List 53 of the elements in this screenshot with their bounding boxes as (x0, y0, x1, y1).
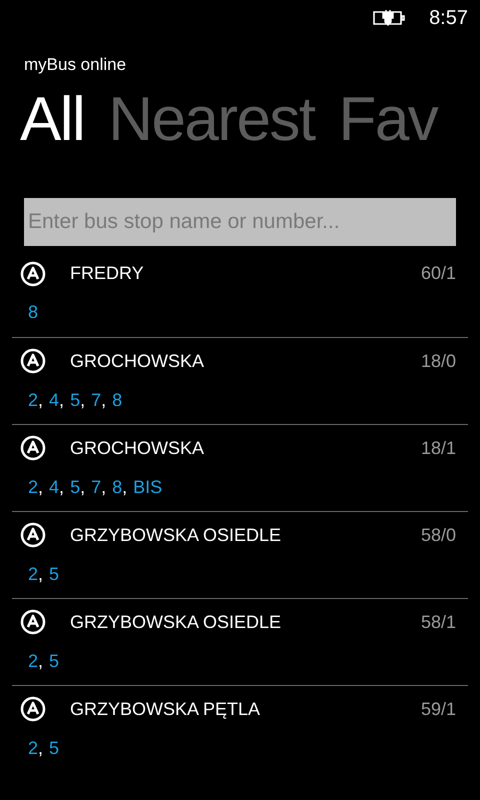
route-separator: , (38, 476, 44, 498)
route-separator: , (38, 736, 44, 760)
route-number[interactable]: 4 (49, 386, 60, 414)
route-number[interactable]: 2 (28, 560, 38, 588)
route-separator: , (38, 650, 44, 672)
route-separator: , (122, 476, 128, 498)
bus-stop-icon (20, 522, 46, 548)
stop-number: 18/0 (420, 350, 456, 372)
bus-stop-icon (20, 696, 46, 722)
route-separator: , (80, 476, 86, 498)
route-number[interactable]: 5 (49, 734, 60, 762)
route-separator: , (101, 388, 106, 412)
route-number[interactable]: 2 (28, 648, 38, 674)
status-time: 8:57 (429, 6, 468, 31)
route-number[interactable]: 5 (70, 474, 80, 500)
search-field[interactable]: Enter bus stop name or number... (24, 198, 456, 246)
route-number[interactable]: 8 (112, 474, 122, 500)
route-number[interactable]: 2 (28, 474, 38, 500)
stop-number: 60/1 (420, 262, 456, 285)
route-separator: , (38, 562, 44, 586)
route-separator: , (38, 388, 44, 412)
route-number[interactable]: 2 (28, 386, 38, 414)
bus-stop-icon (20, 260, 46, 286)
bus-stop-icon (20, 348, 46, 374)
route-separator: , (80, 388, 86, 412)
stop-name: GRZYBOWSKA OSIEDLE (70, 524, 282, 546)
bus-stop-icon (20, 435, 46, 461)
route-separator: , (59, 388, 64, 412)
stop-number: 58/0 (420, 524, 456, 546)
stop-name: GRZYBOWSKA OSIEDLE (70, 610, 282, 634)
route-number[interactable]: 4 (49, 474, 60, 500)
stop-name: GRZYBOWSKA PĘTLA (70, 698, 262, 721)
route-number[interactable]: 7 (91, 386, 102, 414)
bus-stop-icon (20, 609, 46, 635)
pivot-tab[interactable]: All (20, 82, 84, 158)
route-number[interactable]: 5 (70, 386, 80, 414)
route-number[interactable]: 2 (28, 734, 38, 762)
route-separator: , (101, 476, 106, 498)
route-number[interactable]: 5 (49, 560, 60, 588)
route-number[interactable]: 8 (28, 299, 38, 326)
stop-name: FREDRY (70, 262, 145, 285)
route-number[interactable]: 5 (49, 648, 60, 674)
route-number[interactable]: BIS (133, 474, 162, 500)
stop-number: 58/1 (420, 610, 456, 634)
route-separator: , (59, 476, 64, 498)
route-number[interactable]: 7 (91, 474, 102, 500)
battery-charging-icon (373, 9, 406, 27)
route-number[interactable]: 8 (112, 386, 122, 414)
stop-name: GROCHOWSKA (70, 350, 206, 372)
stop-number: 18/1 (420, 436, 456, 460)
stop-number: 59/1 (420, 698, 456, 720)
stop-name: GROCHOWSKA (70, 436, 206, 460)
app-title: myBus online (24, 54, 126, 76)
